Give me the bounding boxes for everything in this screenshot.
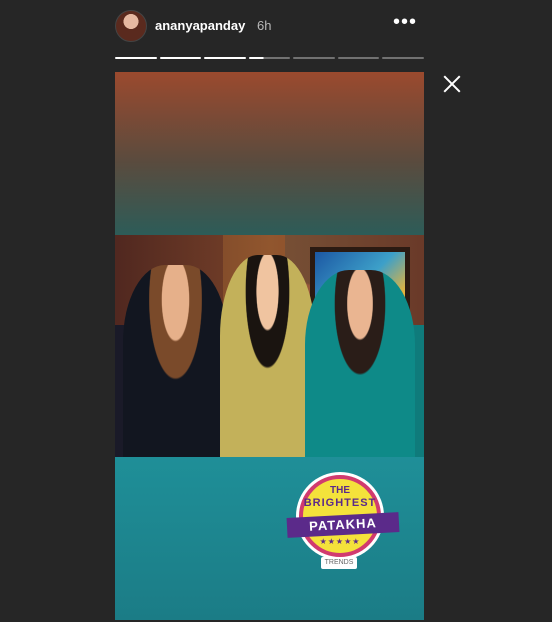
story-bottom-panel: THE BRIGHTEST PATAKHA ★★★★★ TRENDS bbox=[115, 457, 424, 620]
photo-person-center bbox=[220, 255, 315, 457]
story-top-gradient bbox=[115, 72, 424, 235]
sticker-line1: THE bbox=[330, 485, 350, 496]
progress-segment-current bbox=[248, 57, 291, 59]
progress-segment bbox=[115, 57, 157, 59]
brightest-patakha-sticker[interactable]: THE BRIGHTEST PATAKHA ★★★★★ TRENDS bbox=[286, 475, 400, 575]
photo-person-left bbox=[123, 265, 228, 457]
progress-segment bbox=[337, 57, 380, 59]
close-icon[interactable] bbox=[441, 73, 463, 95]
sticker-stars: ★★★★★ bbox=[319, 537, 361, 546]
progress-segment bbox=[293, 57, 335, 59]
story-photo bbox=[115, 235, 424, 457]
timestamp: 6h bbox=[257, 18, 272, 33]
progress-segment bbox=[204, 57, 246, 59]
progress-segment bbox=[382, 57, 425, 59]
story-header: ananyapanday 6h ••• bbox=[115, 10, 425, 42]
sticker-brand: TRENDS bbox=[321, 557, 357, 569]
progress-segment bbox=[159, 57, 202, 59]
story-content[interactable]: THE BRIGHTEST PATAKHA ★★★★★ TRENDS bbox=[115, 72, 424, 620]
story-progress-bar bbox=[115, 57, 425, 60]
photo-person-right bbox=[305, 270, 415, 457]
more-horizontal-icon[interactable]: ••• bbox=[393, 12, 417, 32]
username[interactable]: ananyapanday bbox=[155, 18, 245, 33]
avatar[interactable] bbox=[115, 10, 147, 42]
sticker-line2: BRIGHTEST bbox=[303, 497, 377, 509]
